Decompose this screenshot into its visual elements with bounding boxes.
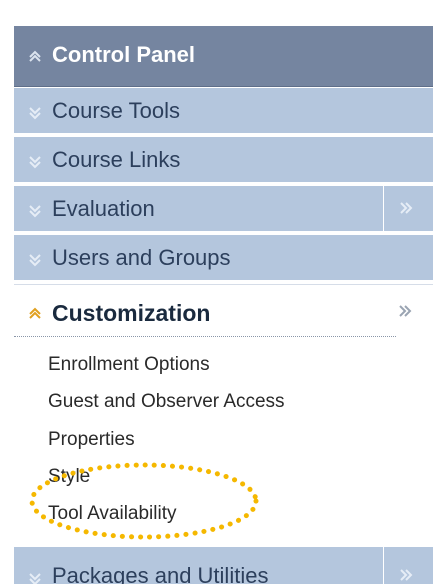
chevron-down-icon (29, 205, 41, 218)
double-chevron-right-icon (400, 202, 413, 214)
menu-item-packages-and-utilities[interactable]: Packages and Utilities (14, 547, 433, 584)
menu-item-label: Packages and Utilities (52, 563, 269, 584)
control-panel: Control Panel Course Tools Course Links … (14, 14, 433, 584)
double-chevron-right-icon[interactable] (397, 303, 413, 319)
expand-side-button[interactable] (383, 186, 433, 231)
menu-item-course-links[interactable]: Course Links (14, 137, 433, 184)
submenu-item-properties[interactable]: Properties (48, 428, 135, 452)
menu-item-label: Course Tools (52, 98, 180, 123)
chevron-down-icon (29, 573, 41, 584)
submenu-item-enrollment-options[interactable]: Enrollment Options (48, 353, 210, 377)
submenu-item-guest-and-observer-access[interactable]: Guest and Observer Access (48, 390, 285, 414)
menu-item-customization[interactable]: Customization (14, 284, 433, 339)
menu-item-course-tools[interactable]: Course Tools (14, 88, 433, 135)
chevron-up-icon (29, 50, 41, 62)
highlight-circle-annotation (29, 462, 259, 540)
menu-item-label: Course Links (52, 147, 181, 172)
expand-side-button[interactable] (383, 547, 433, 584)
menu-item-users-and-groups[interactable]: Users and Groups (14, 235, 433, 282)
chevron-down-icon (29, 156, 41, 169)
divider (14, 336, 396, 337)
menu-item-label: Evaluation (52, 196, 155, 221)
chevron-down-icon (29, 254, 41, 267)
menu-item-evaluation[interactable]: Evaluation (14, 186, 433, 233)
double-chevron-right-icon (400, 569, 413, 581)
chevron-up-icon (29, 307, 41, 319)
chevron-down-icon (29, 107, 41, 120)
menu-item-label: Customization (52, 300, 211, 326)
control-panel-title: Control Panel (52, 42, 196, 67)
menu-item-label: Users and Groups (52, 245, 231, 270)
control-panel-header[interactable]: Control Panel (14, 26, 433, 87)
